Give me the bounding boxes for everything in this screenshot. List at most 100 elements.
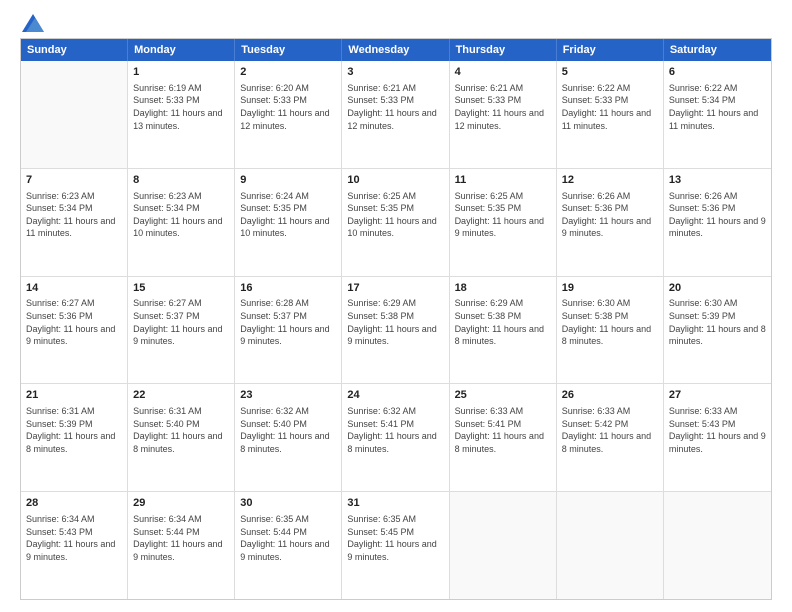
day-cell-6: 6Sunrise: 6:22 AMSunset: 5:34 PMDaylight…	[664, 61, 771, 168]
header	[20, 16, 772, 28]
header-day-wednesday: Wednesday	[342, 39, 449, 61]
header-day-sunday: Sunday	[21, 39, 128, 61]
day-number: 27	[669, 388, 766, 403]
day-info: Sunrise: 6:30 AMSunset: 5:39 PMDaylight:…	[669, 297, 766, 347]
day-info: Sunrise: 6:33 AMSunset: 5:42 PMDaylight:…	[562, 405, 658, 455]
day-info: Sunrise: 6:23 AMSunset: 5:34 PMDaylight:…	[133, 190, 229, 240]
calendar-header: SundayMondayTuesdayWednesdayThursdayFrid…	[21, 39, 771, 61]
header-day-monday: Monday	[128, 39, 235, 61]
day-info: Sunrise: 6:31 AMSunset: 5:39 PMDaylight:…	[26, 405, 122, 455]
week-row-4: 21 Sunrise: 6:31 AMSunset: 5:39 PMDayligh…	[21, 384, 771, 492]
day-cell-24: 24Sunrise: 6:32 AMSunset: 5:41 PMDayligh…	[342, 384, 449, 491]
day-cell-29: 29 Sunrise: 6:34 AMSunset: 5:44 PMDayligh…	[128, 492, 235, 599]
day-number: 11	[455, 173, 551, 188]
day-info: Sunrise: 6:32 AMSunset: 5:41 PMDaylight:…	[347, 405, 443, 455]
day-number: 30	[240, 496, 336, 511]
day-cell-1: 1 Sunrise: 6:19 AMSunset: 5:33 PMDaylight…	[128, 61, 235, 168]
day-number: 29	[133, 496, 229, 511]
day-cell-7: 7 Sunrise: 6:23 AMSunset: 5:34 PMDaylight…	[21, 169, 128, 276]
logo-icon	[22, 14, 44, 32]
day-info: Sunrise: 6:19 AMSunset: 5:33 PMDaylight:…	[133, 82, 229, 132]
day-number: 14	[26, 281, 122, 296]
day-info: Sunrise: 6:30 AMSunset: 5:38 PMDaylight:…	[562, 297, 658, 347]
day-number: 13	[669, 173, 766, 188]
day-number: 1	[133, 65, 229, 80]
day-info: Sunrise: 6:35 AMSunset: 5:44 PMDaylight:…	[240, 513, 336, 563]
day-number: 3	[347, 65, 443, 80]
day-number: 9	[240, 173, 336, 188]
day-info: Sunrise: 6:20 AMSunset: 5:33 PMDaylight:…	[240, 82, 336, 132]
empty-cell	[450, 492, 557, 599]
day-cell-20: 20Sunrise: 6:30 AMSunset: 5:39 PMDayligh…	[664, 277, 771, 384]
day-info: Sunrise: 6:25 AMSunset: 5:35 PMDaylight:…	[347, 190, 443, 240]
header-day-friday: Friday	[557, 39, 664, 61]
day-cell-16: 16Sunrise: 6:28 AMSunset: 5:37 PMDayligh…	[235, 277, 342, 384]
empty-cell	[557, 492, 664, 599]
day-info: Sunrise: 6:35 AMSunset: 5:45 PMDaylight:…	[347, 513, 443, 563]
day-cell-30: 30 Sunrise: 6:35 AMSunset: 5:44 PMDayligh…	[235, 492, 342, 599]
day-number: 20	[669, 281, 766, 296]
day-cell-25: 25 Sunrise: 6:33 AMSunset: 5:41 PMDayligh…	[450, 384, 557, 491]
empty-cell	[664, 492, 771, 599]
day-cell-31: 31 Sunrise: 6:35 AMSunset: 5:45 PMDayligh…	[342, 492, 449, 599]
day-number: 17	[347, 281, 443, 296]
day-info: Sunrise: 6:28 AMSunset: 5:37 PMDaylight:…	[240, 297, 336, 347]
page: SundayMondayTuesdayWednesdayThursdayFrid…	[0, 0, 792, 612]
day-cell-14: 14Sunrise: 6:27 AMSunset: 5:36 PMDayligh…	[21, 277, 128, 384]
day-number: 16	[240, 281, 336, 296]
day-cell-26: 26 Sunrise: 6:33 AMSunset: 5:42 PMDayligh…	[557, 384, 664, 491]
day-cell-23: 23 Sunrise: 6:32 AMSunset: 5:40 PMDayligh…	[235, 384, 342, 491]
day-info: Sunrise: 6:21 AMSunset: 5:33 PMDaylight:…	[455, 82, 551, 132]
day-info: Sunrise: 6:33 AMSunset: 5:41 PMDaylight:…	[455, 405, 551, 455]
day-number: 26	[562, 388, 658, 403]
day-info: Sunrise: 6:23 AMSunset: 5:34 PMDaylight:…	[26, 190, 122, 240]
day-info: Sunrise: 6:24 AMSunset: 5:35 PMDaylight:…	[240, 190, 336, 240]
empty-cell	[21, 61, 128, 168]
day-info: Sunrise: 6:34 AMSunset: 5:44 PMDaylight:…	[133, 513, 229, 563]
day-cell-12: 12Sunrise: 6:26 AMSunset: 5:36 PMDayligh…	[557, 169, 664, 276]
day-info: Sunrise: 6:27 AMSunset: 5:37 PMDaylight:…	[133, 297, 229, 347]
day-info: Sunrise: 6:32 AMSunset: 5:40 PMDaylight:…	[240, 405, 336, 455]
calendar: SundayMondayTuesdayWednesdayThursdayFrid…	[20, 38, 772, 600]
header-day-tuesday: Tuesday	[235, 39, 342, 61]
day-cell-4: 4 Sunrise: 6:21 AMSunset: 5:33 PMDaylight…	[450, 61, 557, 168]
day-number: 22	[133, 388, 229, 403]
day-number: 23	[240, 388, 336, 403]
day-cell-17: 17Sunrise: 6:29 AMSunset: 5:38 PMDayligh…	[342, 277, 449, 384]
day-cell-2: 2 Sunrise: 6:20 AMSunset: 5:33 PMDaylight…	[235, 61, 342, 168]
day-number: 2	[240, 65, 336, 80]
day-cell-5: 5 Sunrise: 6:22 AMSunset: 5:33 PMDaylight…	[557, 61, 664, 168]
day-info: Sunrise: 6:33 AMSunset: 5:43 PMDaylight:…	[669, 405, 766, 455]
day-cell-15: 15Sunrise: 6:27 AMSunset: 5:37 PMDayligh…	[128, 277, 235, 384]
week-row-5: 28 Sunrise: 6:34 AMSunset: 5:43 PMDayligh…	[21, 492, 771, 599]
day-number: 4	[455, 65, 551, 80]
day-number: 25	[455, 388, 551, 403]
day-number: 15	[133, 281, 229, 296]
day-number: 5	[562, 65, 658, 80]
week-row-2: 7 Sunrise: 6:23 AMSunset: 5:34 PMDaylight…	[21, 169, 771, 277]
day-number: 31	[347, 496, 443, 511]
day-number: 19	[562, 281, 658, 296]
day-cell-13: 13 Sunrise: 6:26 AMSunset: 5:36 PMDayligh…	[664, 169, 771, 276]
day-number: 21	[26, 388, 122, 403]
day-number: 18	[455, 281, 551, 296]
day-info: Sunrise: 6:26 AMSunset: 5:36 PMDaylight:…	[669, 190, 766, 240]
day-cell-27: 27 Sunrise: 6:33 AMSunset: 5:43 PMDayligh…	[664, 384, 771, 491]
day-info: Sunrise: 6:25 AMSunset: 5:35 PMDaylight:…	[455, 190, 551, 240]
day-cell-21: 21 Sunrise: 6:31 AMSunset: 5:39 PMDayligh…	[21, 384, 128, 491]
day-cell-8: 8Sunrise: 6:23 AMSunset: 5:34 PMDaylight…	[128, 169, 235, 276]
day-cell-10: 10Sunrise: 6:25 AMSunset: 5:35 PMDayligh…	[342, 169, 449, 276]
day-info: Sunrise: 6:22 AMSunset: 5:33 PMDaylight:…	[562, 82, 658, 132]
day-info: Sunrise: 6:34 AMSunset: 5:43 PMDaylight:…	[26, 513, 122, 563]
week-row-3: 14Sunrise: 6:27 AMSunset: 5:36 PMDayligh…	[21, 277, 771, 385]
day-info: Sunrise: 6:29 AMSunset: 5:38 PMDaylight:…	[455, 297, 551, 347]
day-cell-19: 19Sunrise: 6:30 AMSunset: 5:38 PMDayligh…	[557, 277, 664, 384]
day-number: 7	[26, 173, 122, 188]
day-cell-22: 22 Sunrise: 6:31 AMSunset: 5:40 PMDayligh…	[128, 384, 235, 491]
day-cell-11: 11 Sunrise: 6:25 AMSunset: 5:35 PMDayligh…	[450, 169, 557, 276]
day-info: Sunrise: 6:31 AMSunset: 5:40 PMDaylight:…	[133, 405, 229, 455]
day-info: Sunrise: 6:22 AMSunset: 5:34 PMDaylight:…	[669, 82, 766, 132]
day-cell-28: 28 Sunrise: 6:34 AMSunset: 5:43 PMDayligh…	[21, 492, 128, 599]
day-number: 28	[26, 496, 122, 511]
week-row-1: 1 Sunrise: 6:19 AMSunset: 5:33 PMDaylight…	[21, 61, 771, 169]
